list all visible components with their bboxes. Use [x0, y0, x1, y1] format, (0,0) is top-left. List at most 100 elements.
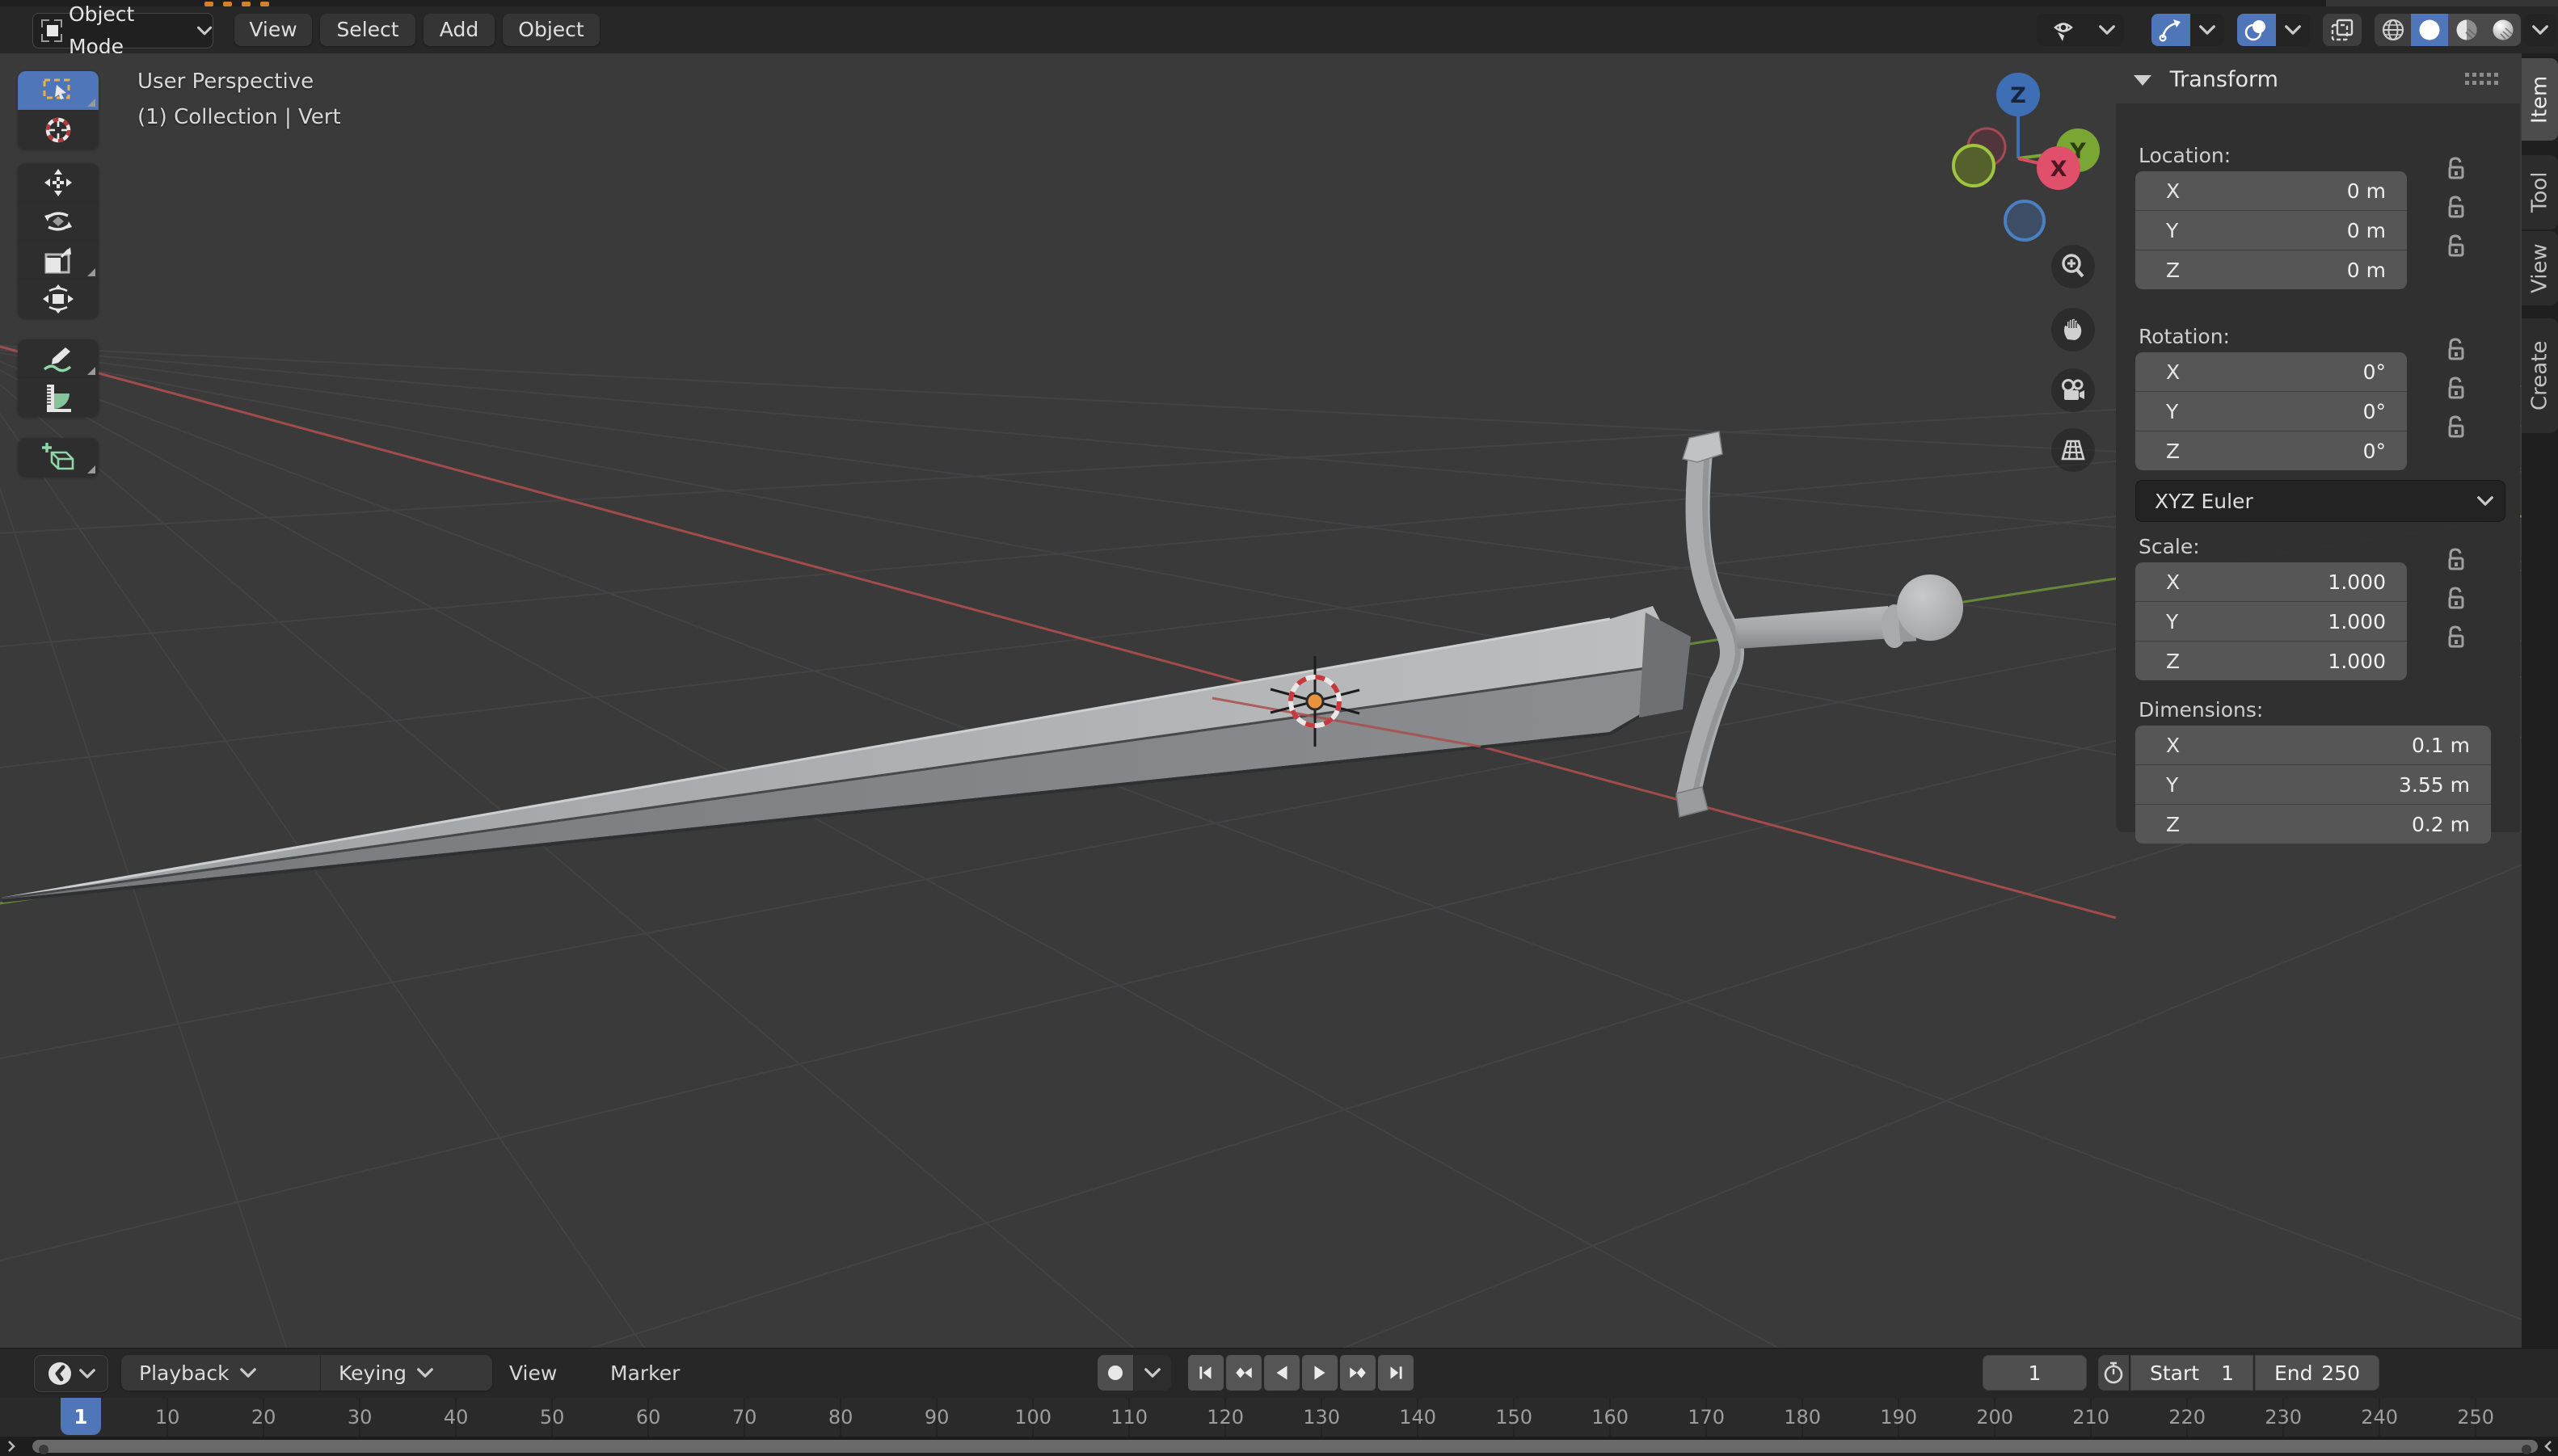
field-dimensions-y[interactable]: Y3.55 m — [2135, 765, 2491, 805]
tool-rotate[interactable] — [18, 202, 99, 241]
field-scale-x[interactable]: X1.000 — [2135, 562, 2407, 602]
end-frame-field[interactable]: End 250 — [2255, 1355, 2379, 1391]
play-button[interactable] — [1302, 1355, 1338, 1391]
field-scale-y[interactable]: Y1.000 — [2135, 602, 2407, 642]
shading-wireframe-icon[interactable] — [2375, 14, 2411, 46]
menu-object[interactable]: Object — [503, 14, 600, 46]
tool-move[interactable] — [18, 163, 99, 202]
field-location-y[interactable]: Y0 m — [2135, 211, 2407, 250]
lock-location-z-icon[interactable] — [2442, 234, 2468, 259]
measure-icon — [41, 381, 75, 414]
gizmo-axis-neg-y[interactable] — [1953, 145, 1994, 186]
toggle-xray-icon[interactable] — [2323, 14, 2362, 46]
toggle-ortho-button[interactable] — [2051, 428, 2095, 472]
show-gizmo-icon[interactable] — [2151, 14, 2190, 46]
prev-keyframe-button[interactable] — [1226, 1355, 1262, 1391]
scrollbar-left-handle[interactable] — [39, 1445, 48, 1454]
field-rotation-y[interactable]: Y0° — [2135, 392, 2407, 431]
panel-header[interactable]: Transform — [2116, 57, 2520, 103]
record-options-dropdown[interactable] — [1134, 1355, 1171, 1391]
tab-tool[interactable]: Tool — [2522, 155, 2558, 229]
lock-rotation-y-icon[interactable] — [2442, 376, 2468, 402]
menu-select[interactable]: Select — [320, 14, 415, 46]
tool-annotate[interactable] — [18, 339, 99, 378]
jump-to-start-button[interactable] — [1188, 1355, 1224, 1391]
editor-type-button[interactable] — [34, 1355, 108, 1392]
show-overlays-icon[interactable] — [2237, 14, 2276, 46]
expand-right-icon[interactable] — [2540, 1438, 2556, 1454]
zoom-button[interactable] — [2051, 245, 2095, 288]
current-frame-field[interactable]: 1 — [1983, 1355, 2087, 1391]
field-dimensions-x[interactable]: X0.1 m — [2135, 726, 2491, 765]
shading-rendered-icon[interactable] — [2484, 14, 2521, 46]
menu-add[interactable]: Add — [424, 14, 495, 46]
lock-scale-y-icon[interactable] — [2442, 586, 2468, 612]
jump-to-end-button[interactable] — [1378, 1355, 1414, 1391]
tab-item[interactable]: Item — [2522, 58, 2558, 141]
gizmo-dropdown[interactable] — [2190, 14, 2224, 46]
perspective-label: User Perspective — [137, 69, 314, 94]
horizontal-scrollbar[interactable] — [32, 1440, 2538, 1453]
timeline-marker-menu[interactable]: Marker — [610, 1355, 680, 1391]
tool-cursor[interactable] — [18, 111, 99, 149]
lock-location-y-icon[interactable] — [2442, 195, 2468, 221]
overlays-dropdown[interactable] — [2276, 14, 2310, 46]
collapse-triangle-icon[interactable] — [2134, 75, 2151, 86]
timeline-ruler[interactable]: 1020304050607080901001101201301401501601… — [0, 1398, 2558, 1437]
scrollbar-right-handle[interactable] — [2522, 1445, 2531, 1454]
tab-view[interactable]: View — [2522, 231, 2558, 305]
cursor-tool-icon — [42, 114, 74, 146]
chevron-down-icon — [2476, 492, 2494, 510]
pan-button[interactable] — [2051, 308, 2095, 351]
field-location-z[interactable]: Z0 m — [2135, 250, 2407, 289]
playback-menu[interactable]: Playback — [121, 1355, 321, 1391]
field-scale-z[interactable]: Z1.000 — [2135, 642, 2407, 680]
navigation-gizmo[interactable]: Z Y X — [1932, 65, 2109, 250]
field-location-x[interactable]: X0 m — [2135, 171, 2407, 211]
expand-left-icon[interactable] — [3, 1438, 19, 1454]
ruler-frame-label: 210 — [2072, 1406, 2109, 1429]
tool-scale[interactable] — [18, 241, 99, 280]
lock-scale-z-icon[interactable] — [2442, 625, 2468, 650]
camera-view-icon — [2058, 375, 2088, 406]
keying-menu[interactable]: Keying — [321, 1355, 492, 1391]
shading-material-icon[interactable] — [2448, 14, 2484, 46]
rotation-mode-dropdown[interactable]: XYZ Euler — [2135, 480, 2505, 522]
field-rotation-z[interactable]: Z0° — [2135, 431, 2407, 470]
lock-scale-x-icon[interactable] — [2442, 547, 2468, 573]
lock-rotation-z-icon[interactable] — [2442, 414, 2468, 440]
tool-add-cube[interactable] — [18, 438, 99, 477]
next-keyframe-button[interactable] — [1340, 1355, 1376, 1391]
menu-view[interactable]: View — [234, 14, 312, 46]
mode-dropdown[interactable]: Object Mode — [32, 13, 213, 48]
play-reverse-button[interactable] — [1264, 1355, 1300, 1391]
ruler-frame-label: 220 — [2168, 1406, 2206, 1429]
ruler-frame-label: 190 — [1880, 1406, 1917, 1429]
camera-view-button[interactable] — [2051, 368, 2095, 412]
lock-rotation-x-icon[interactable] — [2442, 337, 2468, 363]
sword-object[interactable] — [2, 431, 1963, 901]
field-dimensions-z[interactable]: Z0.2 m — [2135, 805, 2491, 844]
gizmo-axis-neg-z[interactable] — [2005, 201, 2044, 240]
object-type-visibility-icon[interactable] — [2037, 14, 2090, 46]
record-button[interactable] — [1098, 1355, 1133, 1391]
shading-solid-icon[interactable] — [2411, 14, 2448, 46]
panel-grip-icon[interactable] — [2465, 71, 2501, 89]
tab-create[interactable]: Create — [2522, 318, 2558, 433]
location-fields: X0 m Y0 m Z0 m — [2135, 171, 2407, 289]
tool-box-select[interactable] — [18, 71, 99, 110]
overlays-icon — [2243, 16, 2270, 44]
rendered-sphere-icon — [2489, 16, 2517, 44]
shading-dropdown[interactable] — [2524, 14, 2556, 46]
timeline-view-menu[interactable]: View — [509, 1355, 557, 1391]
wireframe-globe-icon — [2379, 16, 2407, 44]
tool-measure[interactable] — [18, 378, 99, 417]
visibility-dropdown[interactable] — [2090, 14, 2124, 46]
use-preview-range-button[interactable] — [2098, 1355, 2129, 1391]
collection-label: (1) Collection | Vert — [137, 105, 341, 129]
tool-transform[interactable] — [18, 280, 99, 318]
start-frame-field[interactable]: Start 1 — [2130, 1355, 2255, 1391]
lock-location-x-icon[interactable] — [2442, 156, 2468, 182]
field-rotation-x[interactable]: X0° — [2135, 352, 2407, 392]
playhead[interactable]: 1 — [61, 1398, 101, 1435]
